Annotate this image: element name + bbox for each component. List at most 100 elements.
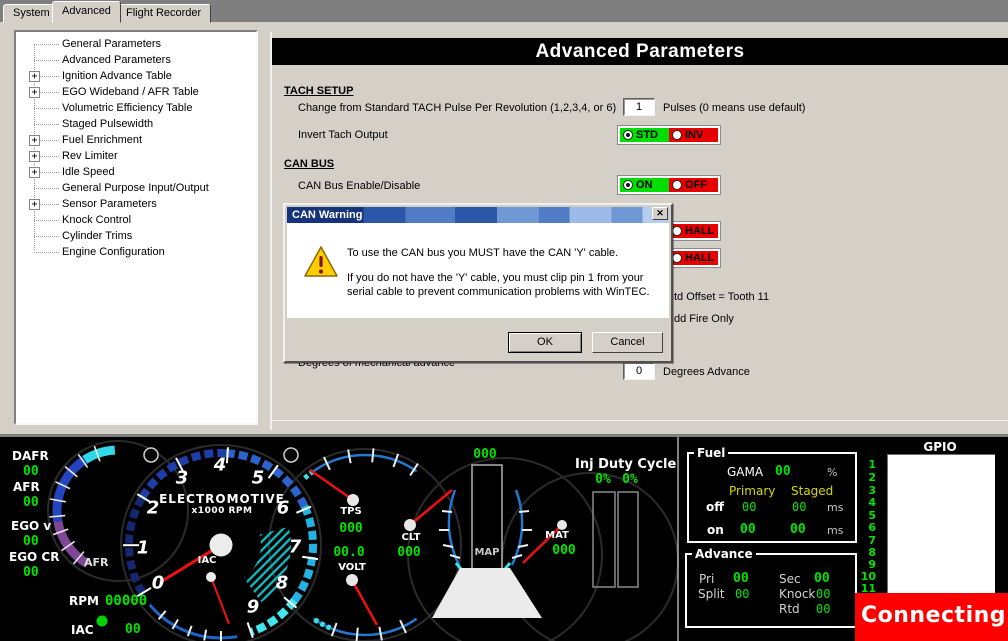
toggle-option-on[interactable]: ON [620, 178, 669, 192]
ego-v-label: EGO v [11, 519, 51, 533]
knock-value: 00 [816, 587, 830, 601]
toggle-option-hall-1[interactable]: HALL [669, 224, 718, 238]
fuel-on-label: on [707, 523, 724, 537]
tree-item-engine-configuration[interactable]: Engine Configuration [16, 244, 256, 260]
tach-pulse-suffix: Pulses (0 means use default) [663, 102, 805, 114]
radio-icon [623, 180, 633, 190]
fuel-off-unit: ms [827, 501, 843, 514]
tach-pulse-input[interactable]: 1 [623, 98, 655, 116]
pri-label: Pri [699, 572, 714, 586]
tach-numeral: 6 [277, 498, 290, 519]
std-offset-text: td Offset = Tooth 11 [674, 291, 769, 303]
toggle-option-inv[interactable]: INV [669, 128, 718, 142]
map-value: 000 [465, 447, 505, 462]
iac-value: 00 [125, 622, 141, 637]
page-title: Advanced Parameters [272, 38, 1008, 65]
iac-label: IAC [71, 623, 94, 637]
tree-item-ignition-advance-table[interactable]: +Ignition Advance Table [16, 68, 256, 84]
tps-value: 000 [331, 521, 371, 536]
gama-label: GAMA [727, 465, 763, 479]
mech-advance-input[interactable]: 0 [623, 362, 655, 380]
toggle-option-off[interactable]: OFF [669, 178, 718, 192]
gpio-title: GPIO [905, 440, 975, 454]
tps-needle [310, 470, 353, 500]
sec-value: 00 [814, 571, 830, 586]
tree-item-general-parameters[interactable]: General Parameters [16, 36, 256, 52]
close-icon[interactable]: ✕ [652, 207, 668, 220]
fuel-on-staged: 00 [790, 522, 806, 537]
cancel-button[interactable]: Cancel [592, 332, 663, 353]
expand-plus-icon[interactable]: + [29, 71, 40, 82]
can-warning-dialog: CAN Warning ✕ To use the CAN bus you MUS… [283, 203, 673, 363]
tach-numeral: 2 [147, 498, 160, 519]
fuel-on-primary: 00 [740, 522, 756, 537]
tab-flight-recorder[interactable]: Flight Recorder [116, 4, 211, 23]
rtd-value: 00 [816, 602, 830, 616]
tree-item-cylinder-trims[interactable]: Cylinder Trims [16, 228, 256, 244]
panel-divider [270, 32, 272, 430]
mech-advance-suffix: Degrees Advance [663, 366, 750, 378]
iac-status-dot [97, 616, 108, 627]
fuel-primary-label: Primary [729, 484, 775, 498]
mat-hub [557, 520, 567, 530]
fuel-off-staged: 00 [792, 500, 806, 514]
dafr-label: DAFR [12, 449, 49, 463]
odd-fire-text: dd Fire Only [674, 313, 734, 325]
connection-status-banner: Connecting... [855, 593, 1008, 641]
tach-iac-sublabel: IAC [187, 555, 227, 566]
map-wedge [432, 568, 542, 618]
tree-item-fuel-enrichment[interactable]: +Fuel Enrichment [16, 132, 256, 148]
expand-plus-icon[interactable]: + [29, 151, 40, 162]
warning-icon [303, 245, 339, 279]
mat-value: 000 [544, 543, 584, 558]
can-enable-label: CAN Bus Enable/Disable [298, 180, 420, 192]
tach-numeral: 7 [289, 537, 302, 558]
split-label: Split [698, 587, 725, 601]
map-label: MAP [467, 547, 507, 558]
tab-advanced[interactable]: Advanced [52, 1, 121, 23]
tach-numeral: 5 [252, 468, 265, 489]
tach-setup-heading: TACH SETUP [284, 85, 353, 97]
can-enable-toggle[interactable]: ON OFF [617, 175, 721, 195]
afr-label: AFR [13, 480, 40, 494]
clt-value: 000 [389, 545, 429, 560]
dialog-title: CAN Warning [292, 209, 362, 221]
tree-item-rev-limiter[interactable]: +Rev Limiter [16, 148, 256, 164]
expand-plus-icon[interactable]: + [29, 135, 40, 146]
tree-item-idle-speed[interactable]: +Idle Speed [16, 164, 256, 180]
status-text: Connecting... [861, 603, 1008, 628]
tree-item-volumetric-efficiency-table[interactable]: Volumetric Efficiency Table [16, 100, 256, 116]
advance-panel: Advance Pri 00 Sec 00 Split 00 Knock 00 … [685, 553, 857, 628]
ok-button[interactable]: OK [508, 332, 582, 353]
tree-item-knock-control[interactable]: Knock Control [16, 212, 256, 228]
dialog-message-line1: To use the CAN bus you MUST have the CAN… [347, 246, 657, 260]
tree-item-ego-wideband-afr-table[interactable]: +EGO Wideband / AFR Table [16, 84, 256, 100]
invert-tach-label: Invert Tach Output [298, 129, 388, 141]
radio-icon [672, 130, 682, 140]
advance-panel-title: Advance [692, 547, 756, 561]
clt-needle [410, 490, 452, 525]
toggle-option-hall-2[interactable]: HALL [669, 251, 718, 265]
expand-plus-icon[interactable]: + [29, 199, 40, 210]
parameter-tree: General Parameters Advanced Parameters +… [14, 30, 258, 425]
gpio-channel: 6 [856, 521, 876, 534]
gauge-dashboard: DAFR 00 AFR 00 EGO v 00 EGO CR 00 RPM 00… [0, 434, 1008, 641]
tach-brand: ELECTROMOTIVE [147, 492, 297, 506]
volt-value: 00.0 [329, 545, 369, 560]
toggle-option-std[interactable]: STD [620, 128, 669, 142]
tree-item-general-purpose-io[interactable]: General Purpose Input/Output [16, 180, 256, 196]
fuel-on-unit: ms [827, 524, 843, 537]
expand-plus-icon[interactable]: + [29, 87, 40, 98]
radio-icon [672, 226, 682, 236]
tach-pulse-label: Change from Standard TACH Pulse Per Revo… [298, 102, 616, 114]
tree-item-sensor-parameters[interactable]: +Sensor Parameters [16, 196, 256, 212]
clt-label: CLT [391, 532, 431, 543]
tree-item-advanced-parameters[interactable]: Advanced Parameters [16, 52, 256, 68]
expand-plus-icon[interactable]: + [29, 167, 40, 178]
dialog-title-bar[interactable]: CAN Warning [287, 207, 669, 223]
volt-hub [346, 574, 358, 586]
tach-numeral: 3 [176, 468, 189, 489]
invert-tach-toggle[interactable]: STD INV [617, 125, 721, 145]
tach-numeral: 0 [152, 573, 165, 594]
afr-gauge-label: AFR [84, 556, 109, 569]
